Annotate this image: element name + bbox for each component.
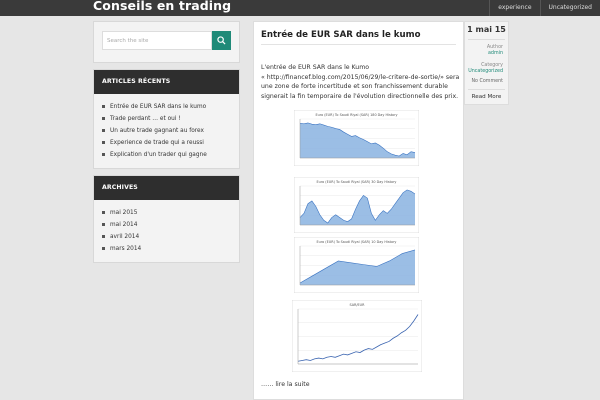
bullet-icon — [102, 129, 105, 132]
top-nav: experience Uncategorized — [489, 0, 600, 16]
site-title[interactable]: Conseils en trading — [93, 0, 231, 13]
author-link[interactable]: admin — [487, 51, 503, 57]
meta-divider — [468, 89, 505, 90]
bullet-icon — [102, 235, 105, 238]
archives-title: ARCHIVES — [94, 176, 239, 200]
archive-item[interactable]: avril 2014 — [102, 231, 231, 243]
archive-item[interactable]: mai 2015 — [102, 207, 231, 219]
meta-read-more[interactable]: Read More — [465, 94, 508, 100]
top-bar: Conseils en trading experience Uncategor… — [0, 0, 600, 16]
excerpt-line: L'entrée de EUR SAR dans le Kumo — [261, 64, 370, 71]
post-meta: 1 mai 15 Author admin Category Uncategor… — [464, 21, 509, 105]
search-button[interactable] — [212, 31, 231, 50]
chart-180-day-svg: Euro (EUR) To Saudi Riyal (SAR) 180 Day … — [293, 109, 420, 167]
recent-posts-list: Entrée de EUR SAR dans le kumo Trade per… — [94, 94, 239, 168]
category-link[interactable]: Uncategorized — [468, 69, 503, 75]
chart-30-day-svg: Euro (EUR) To Saudi Riyal (SAR) 30 Day H… — [293, 176, 420, 234]
sidebar: ARTICLES RÉCENTS Entrée de EUR SAR dans … — [93, 21, 240, 263]
search-icon — [217, 36, 226, 45]
bullet-icon — [102, 223, 105, 226]
chart-title: Euro (EUR) To Saudi Riyal (SAR) 30 Day H… — [317, 180, 397, 184]
comments-link[interactable]: No Comment — [471, 79, 503, 84]
post-title[interactable]: Entrée de EUR SAR dans le kumo — [261, 30, 421, 40]
chart-180-day: Euro (EUR) To Saudi Riyal (SAR) 180 Day … — [293, 109, 420, 170]
chart-sar-eur: SAR/EUR — [291, 299, 423, 376]
meta-author: Author admin — [487, 45, 503, 57]
read-more-link[interactable]: …… lire la suite — [261, 381, 310, 388]
archives-widget: ARCHIVES mai 2015 mai 2014 avril 2014 ma… — [93, 175, 240, 263]
nav-item-experience[interactable]: experience — [489, 0, 539, 16]
bullet-icon — [102, 141, 105, 144]
archives-list: mai 2015 mai 2014 avril 2014 mars 2014 — [94, 200, 239, 262]
recent-posts-title: ARTICLES RÉCENTS — [94, 70, 239, 94]
chart-title: SAR/EUR — [349, 303, 365, 307]
post-card: Entrée de EUR SAR dans le kumo L'entrée … — [253, 21, 464, 400]
recent-posts-widget: ARTICLES RÉCENTS Entrée de EUR SAR dans … — [93, 69, 240, 169]
search-widget — [93, 21, 240, 63]
chart-sar-eur-svg: SAR/EUR — [291, 299, 423, 373]
chart-10-day: Euro (EUR) To Saudi Riyal (SAR) 10 Day H… — [293, 236, 420, 297]
bullet-icon — [102, 105, 105, 108]
bullet-icon — [102, 211, 105, 214]
archive-item[interactable]: mars 2014 — [102, 243, 231, 255]
meta-category: Category Uncategorized — [468, 63, 503, 75]
title-divider — [261, 44, 456, 45]
archive-item[interactable]: mai 2014 — [102, 219, 231, 231]
bullet-icon — [102, 247, 105, 250]
recent-post-item[interactable]: Explication d'un trader qui gagne — [102, 149, 231, 161]
post-excerpt: L'entrée de EUR SAR dans le Kumo « http:… — [261, 63, 463, 101]
chart-title: Euro (EUR) To Saudi Riyal (SAR) 180 Day … — [315, 113, 397, 117]
nav-item-uncategorized[interactable]: Uncategorized — [539, 0, 600, 16]
excerpt-line: « http://financef.blog.com/2015/06/29/le… — [261, 73, 460, 81]
meta-divider — [468, 39, 505, 40]
chart-background — [291, 299, 423, 373]
bullet-icon — [102, 117, 105, 120]
recent-post-item[interactable]: Experience de trade qui a reussi — [102, 137, 231, 149]
recent-post-item[interactable]: Un autre trade gagnant au forex — [102, 125, 231, 137]
recent-post-item[interactable]: Entrée de EUR SAR dans le kumo — [102, 101, 231, 113]
recent-post-item[interactable]: Trade perdant … et oui ! — [102, 113, 231, 125]
bullet-icon — [102, 153, 105, 156]
chart-title: Euro (EUR) To Saudi Riyal (SAR) 10 Day H… — [317, 240, 397, 244]
excerpt-line: signerait la fin temporaire de l'évoluti… — [261, 92, 459, 100]
search-input[interactable] — [102, 31, 212, 50]
chart-30-day: Euro (EUR) To Saudi Riyal (SAR) 30 Day H… — [293, 176, 420, 237]
chart-10-day-svg: Euro (EUR) To Saudi Riyal (SAR) 10 Day H… — [293, 236, 420, 294]
post-date: 1 mai 15 — [467, 25, 506, 34]
meta-comments: No Comment — [471, 79, 503, 85]
excerpt-line: une zone de forte incertitude et son fra… — [261, 83, 448, 91]
